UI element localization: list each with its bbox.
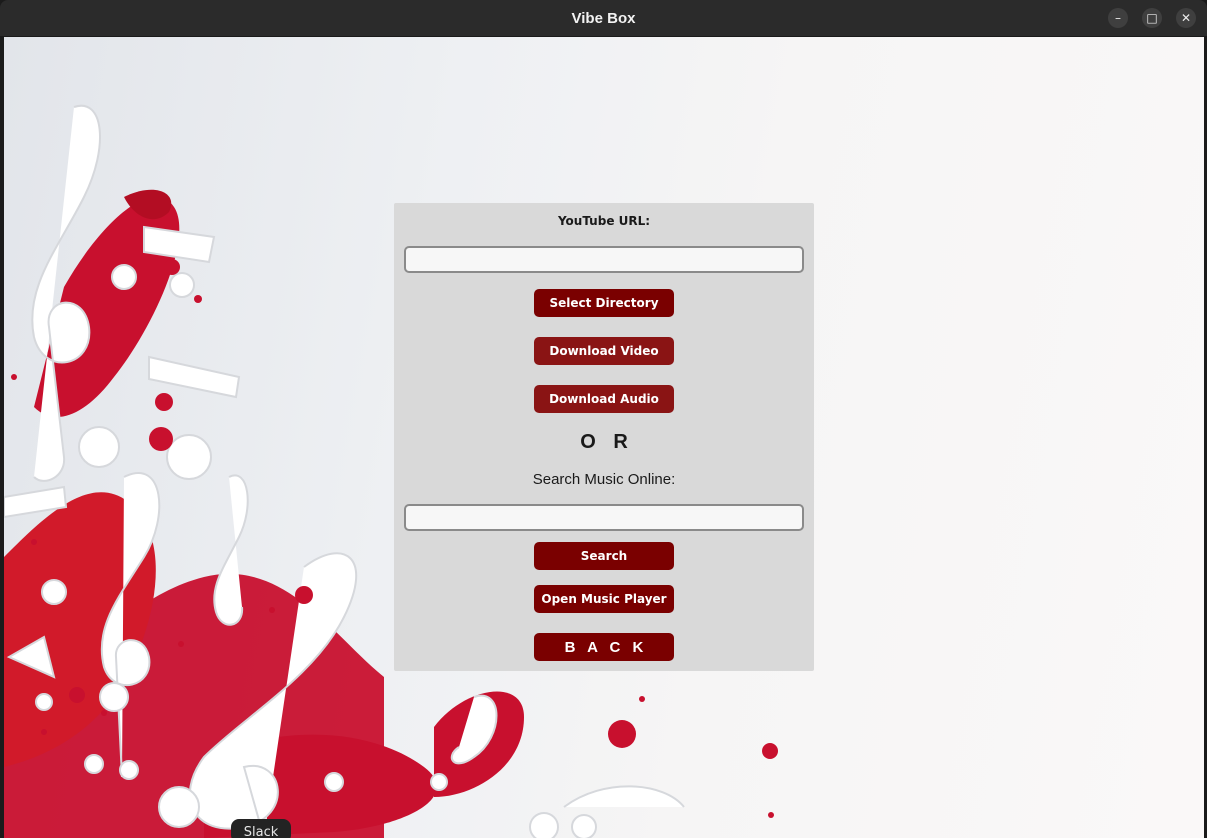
window-title: Vibe Box — [571, 10, 636, 27]
minimize-icon[interactable]: – — [1108, 8, 1128, 28]
select-directory-button[interactable]: Select Directory — [534, 289, 674, 317]
youtube-url-label: YouTube URL: — [557, 214, 651, 228]
search-music-label: Search Music Online: — [532, 471, 676, 488]
open-music-player-button[interactable]: Open Music Player — [534, 585, 674, 613]
youtube-url-input[interactable] — [404, 246, 804, 273]
search-music-input[interactable] — [404, 504, 804, 531]
back-button[interactable]: B A C K — [534, 633, 674, 661]
maximize-icon[interactable]: □ — [1142, 8, 1162, 28]
window-content: YouTube URL: Select Directory Download V… — [4, 37, 1204, 838]
title-bar: Vibe Box – □ ✕ — [0, 0, 1207, 37]
close-icon[interactable]: ✕ — [1176, 8, 1196, 28]
downloader-panel: YouTube URL: Select Directory Download V… — [394, 203, 814, 671]
download-video-button[interactable]: Download Video — [534, 337, 674, 365]
or-separator: O R — [580, 431, 634, 453]
download-audio-button[interactable]: Download Audio — [534, 385, 674, 413]
search-button[interactable]: Search — [534, 542, 674, 570]
taskbar-tooltip: Slack — [231, 819, 291, 838]
